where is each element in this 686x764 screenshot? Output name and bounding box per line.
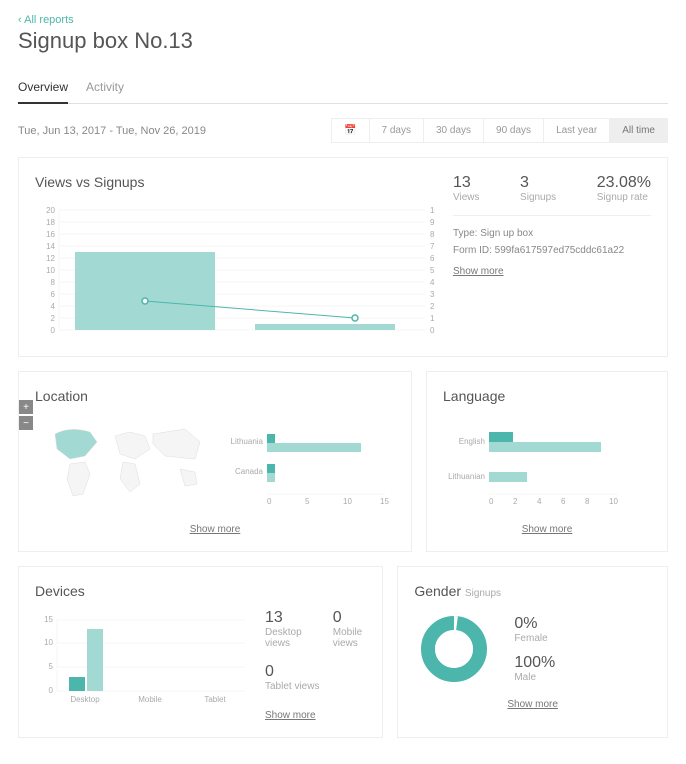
svg-text:0: 0 [430,326,435,335]
vvs-show-more[interactable]: Show more [453,266,651,277]
svg-text:1: 1 [430,314,435,323]
svg-text:9: 9 [430,218,435,227]
svg-text:8: 8 [430,230,435,239]
devices-chart: 0 5 10 15 Desktop Mobile Tablet [35,609,245,709]
range-7d[interactable]: 7 days [370,119,424,142]
language-panel: Language English Lithuanian 0 2 4 6 8 10 Show… [426,371,668,552]
svg-text:15: 15 [380,497,389,506]
range-90d[interactable]: 90 days [484,119,544,142]
svg-text:0: 0 [49,686,54,695]
svg-text:3: 3 [430,290,435,299]
devices-panel: Devices 0 5 10 15 Desktop Mobile Tablet [18,566,383,738]
gender-show-more[interactable]: Show more [414,699,651,710]
location-panel: Location + − Lithuania Canada [18,371,412,552]
svg-text:2: 2 [513,497,518,506]
stat-signups-value: 3 [520,174,556,192]
stat-signups-label: Signups [520,192,556,203]
svg-text:5: 5 [430,266,435,275]
svg-text:0: 0 [51,326,56,335]
dev-desktop-v: 13 [265,609,303,627]
gender-donut [414,609,494,689]
svg-text:4: 4 [430,278,435,287]
world-map [35,414,215,514]
svg-text:English: English [459,437,485,446]
svg-text:Lithuania: Lithuania [231,437,264,446]
svg-text:Tablet: Tablet [204,695,226,704]
gender-title: Gender Signups [414,583,651,599]
dev-desktop-l: Desktop views [265,627,303,649]
svg-text:10: 10 [430,206,435,215]
stat-views-value: 13 [453,174,480,192]
range-lastyear[interactable]: Last year [544,119,610,142]
svg-text:10: 10 [609,497,618,506]
range-picker: 📅 7 days 30 days 90 days Last year All t… [331,118,668,143]
tab-activity[interactable]: Activity [86,72,124,103]
dev-mobile-v: 0 [333,609,367,627]
svg-text:Canada: Canada [235,467,264,476]
tab-overview[interactable]: Overview [18,72,68,104]
svg-text:6: 6 [51,290,56,299]
svg-text:15: 15 [44,615,53,624]
svg-text:5: 5 [49,662,54,671]
svg-text:5: 5 [305,497,310,506]
meta-type-label: Type: [453,228,477,239]
language-chart: English Lithuanian 0 2 4 6 8 10 [443,414,623,514]
svg-text:Lithuanian: Lithuanian [448,472,485,481]
dev-tablet-v: 0 [265,663,366,681]
location-show-more[interactable]: Show more [35,524,395,535]
meta-formid-label: Form ID: [453,245,492,256]
svg-text:7: 7 [430,242,435,251]
svg-text:4: 4 [537,497,542,506]
vvs-title: Views vs Signups [35,174,435,190]
gender-panel: Gender Signups 0%Female 100%Male Show mo… [397,566,668,738]
devices-title: Devices [35,583,366,599]
svg-text:18: 18 [46,218,55,227]
gender-female-l: Female [514,633,555,644]
devices-show-more[interactable]: Show more [265,710,366,721]
date-range-text: Tue, Jun 13, 2017 - Tue, Nov 26, 2019 [18,125,206,137]
tabs: Overview Activity [18,72,668,104]
svg-text:4: 4 [51,302,56,311]
svg-text:10: 10 [343,497,352,506]
svg-text:2: 2 [51,314,56,323]
svg-text:20: 20 [46,206,55,215]
svg-text:2: 2 [430,302,435,311]
language-show-more[interactable]: Show more [443,524,651,535]
svg-text:12: 12 [46,254,55,263]
svg-text:10: 10 [46,266,55,275]
gender-male-l: Male [514,672,555,683]
meta-formid-value: 599fa617597ed75cddc61a22 [495,245,625,256]
vvs-chart: 0 2 4 6 8 10 12 14 16 18 20 0 1 2 [35,200,435,340]
svg-text:14: 14 [46,242,55,251]
svg-text:Mobile: Mobile [138,695,162,704]
zoom-in-icon[interactable]: + [19,400,33,414]
gender-female-v: 0% [514,615,555,633]
back-link[interactable]: All reports [18,14,74,26]
dev-tablet-l: Tablet views [265,681,366,692]
stat-views-label: Views [453,192,480,203]
svg-text:8: 8 [585,497,590,506]
range-alltime[interactable]: All time [610,119,667,142]
range-30d[interactable]: 30 days [424,119,484,142]
stat-rate-label: Signup rate [597,192,651,203]
svg-text:10: 10 [44,638,53,647]
svg-text:0: 0 [267,497,272,506]
location-title: Location [35,388,395,404]
language-title: Language [443,388,651,404]
location-chart: Lithuania Canada 0 5 10 15 [225,414,395,514]
svg-text:0: 0 [489,497,494,506]
meta-type-value: Sign up box [480,228,533,239]
gender-male-v: 100% [514,654,555,672]
dev-mobile-l: Mobile views [333,627,367,649]
stat-rate-value: 23.08% [597,174,651,192]
page-title: Signup box No.13 [18,28,668,54]
zoom-out-icon[interactable]: − [19,416,33,430]
views-vs-signups-panel: Views vs Signups 0 2 4 6 8 10 12 14 16 [18,157,668,357]
calendar-icon[interactable]: 📅 [332,119,369,142]
svg-text:16: 16 [46,230,55,239]
svg-text:8: 8 [51,278,56,287]
svg-text:6: 6 [430,254,435,263]
svg-text:Desktop: Desktop [70,695,100,704]
svg-text:6: 6 [561,497,566,506]
